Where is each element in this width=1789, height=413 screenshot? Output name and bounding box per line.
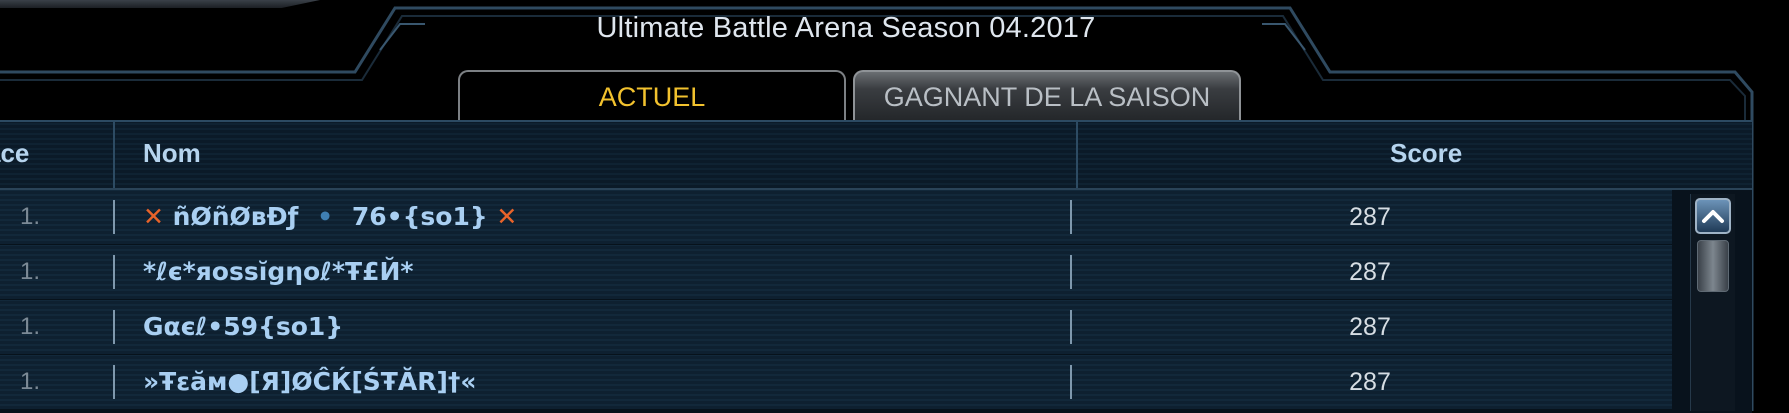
player-name-cell[interactable]: ✕ ñØñØвĐƒ • 76•{so1} ✕ [143, 190, 517, 244]
ranking-table: ace Nom Score 1. ✕ ñØñØвĐƒ • 76•{so1} ✕ … [0, 120, 1752, 413]
x-icon: ✕ [496, 202, 518, 231]
table-row[interactable]: 1. »Ŧεăм●[Я]ØĈЌ[ŚŦĂR]†« 287 [0, 355, 1672, 410]
table-row[interactable]: 1. *ℓє*яossĭgηoℓ*Ŧ£Й* 287 [0, 245, 1672, 300]
scroll-up-button[interactable] [1695, 198, 1731, 234]
score-cell: 287 [1349, 258, 1391, 286]
column-divider [113, 310, 115, 344]
rank-cell: 1. [19, 368, 40, 395]
column-divider [113, 200, 115, 234]
scroll-thumb[interactable] [1697, 240, 1729, 292]
scrollbar[interactable] [1690, 194, 1735, 411]
column-header-score[interactable]: Score [1390, 122, 1462, 188]
player-name-cell[interactable]: Gαєℓ•59{so1} [143, 300, 343, 354]
player-clan: 76•{so1} [351, 202, 488, 231]
tab-current[interactable]: ACTUEL [458, 70, 846, 120]
table-row[interactable]: 1. ✕ ñØñØвĐƒ • 76•{so1} ✕ 287 [0, 190, 1672, 245]
dot-icon: • [317, 202, 334, 231]
x-icon: ✕ [143, 202, 164, 231]
column-header-place[interactable]: ace [0, 122, 29, 188]
page-title: Ultimate Battle Arena Season 04.2017 [596, 12, 1096, 44]
score-cell: 287 [1349, 313, 1391, 341]
player-name-cell[interactable]: »Ŧεăм●[Я]ØĈЌ[ŚŦĂR]†« [143, 355, 477, 409]
rank-cell: 1. [19, 313, 40, 340]
column-divider [113, 365, 115, 399]
player-name-cell[interactable]: *ℓє*яossĭgηoℓ*Ŧ£Й* [143, 245, 414, 299]
column-divider [113, 122, 115, 188]
table-header: ace Nom Score [0, 122, 1752, 190]
tab-season-winner[interactable]: GAGNANT DE LA SAISON [853, 70, 1241, 120]
score-cell: 287 [1349, 203, 1391, 231]
player-name: ñØñØвĐƒ [172, 202, 299, 231]
chevron-up-icon [1702, 210, 1724, 223]
column-divider [1076, 122, 1078, 188]
score-cell: 287 [1349, 368, 1391, 396]
column-header-name[interactable]: Nom [143, 122, 201, 188]
table-row[interactable]: 1. Gαєℓ•59{so1} 287 [0, 300, 1672, 355]
table-body: 1. ✕ ñØñØвĐƒ • 76•{so1} ✕ 287 1. *ℓє*яos… [0, 190, 1672, 413]
rank-cell: 1. [19, 203, 40, 230]
rank-cell: 1. [19, 258, 40, 285]
column-divider [113, 255, 115, 289]
